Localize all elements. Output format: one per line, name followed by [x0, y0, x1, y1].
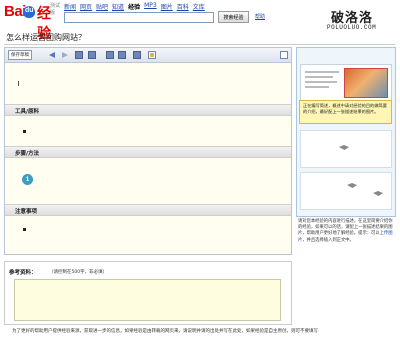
nav-baike[interactable]: 百科 [177, 2, 189, 11]
guide-help-text: 请对您本经验的内容进行描述，在这里简要介绍你的经验，如果可以的话，请配上一张描述… [298, 219, 394, 244]
unordered-list-icon[interactable] [118, 51, 126, 59]
expand-icon[interactable] [280, 51, 288, 59]
section-steps: 步骤/方法 [5, 146, 291, 158]
top-nav: 新闻 网页 贴吧 知道 经验 MP3 图片 百科 文库 [64, 2, 205, 11]
guide-screenshot [300, 130, 392, 168]
step-number: 1 [22, 174, 33, 185]
content-editor[interactable]: 保存草稿 工具/原料 步骤/方法 1 注意事项 [4, 47, 292, 255]
bold-icon[interactable] [75, 51, 83, 59]
ordered-list-icon[interactable] [106, 51, 114, 59]
references-footnote: 为了更好的帮助用户提供经验来源，获取进一步的信息，如果经验是由转载的网页来，请说… [12, 329, 318, 334]
thumb-image [344, 68, 388, 98]
undo-icon[interactable] [49, 52, 55, 58]
link-icon[interactable] [133, 51, 141, 59]
guide-help-text-part: 请对您本经验的内容进行描述，在这里简要介绍你的经验，如果可以的话，请配上一张描述… [298, 219, 393, 237]
guide-example-thumbnail [300, 64, 392, 102]
nav-web[interactable]: 网页 [80, 2, 92, 11]
title-divider [4, 44, 395, 45]
guide-callout: 正在编写简述，概述中请对经验的目的做简要的介绍，最好配上一张描述结果的图片。 [299, 100, 392, 124]
redo-icon[interactable] [62, 52, 68, 58]
nav-tieba[interactable]: 贴吧 [96, 2, 108, 11]
references-textarea[interactable] [14, 279, 281, 321]
section-tools: 工具/原料 [5, 104, 291, 116]
nav-news[interactable]: 新闻 [64, 2, 76, 11]
nav-zhidao[interactable]: 知道 [112, 2, 124, 11]
bird-image [373, 191, 383, 196]
references-hint: （请控制在500字，非必填） [49, 270, 108, 275]
editor-toolbar: 保存草稿 [5, 48, 291, 63]
text-cursor [18, 81, 19, 86]
nav-images[interactable]: 图片 [161, 2, 173, 11]
logo-beta: 测试版 [50, 3, 61, 16]
thumb-line [305, 71, 339, 73]
list-bullet [23, 228, 26, 231]
thumb-line [305, 76, 333, 78]
references-label: 参考资料： [9, 270, 37, 276]
search-input[interactable] [64, 12, 214, 23]
save-draft-button[interactable]: 保存草稿 [8, 50, 32, 60]
nav-mp3[interactable]: MP3 [144, 2, 157, 11]
baidu-logo[interactable]: Bai du 经验 测试版 [4, 3, 61, 42]
section-notes: 注意事项 [5, 204, 291, 216]
logo-du: du [25, 7, 34, 14]
nav-wenku[interactable]: 文库 [193, 2, 205, 11]
image-icon[interactable] [148, 51, 156, 59]
guide-screenshot [300, 172, 392, 210]
thumb-line [305, 86, 329, 88]
search-button[interactable]: 搜索经验 [218, 11, 249, 23]
bird-image [347, 183, 357, 188]
page-title: 怎么样运营团购网站？ [6, 33, 86, 42]
thumb-line [305, 81, 337, 83]
list-bullet [23, 130, 26, 133]
nav-jingyan: 经验 [128, 4, 141, 11]
bird-image [339, 145, 349, 150]
guide-help-text-part: ，并且选择插入到正文中。 [302, 237, 354, 243]
watermark-url: POLUOLUO.COM [327, 24, 377, 31]
italic-icon[interactable] [88, 51, 96, 59]
help-link[interactable]: 帮助 [255, 13, 265, 20]
